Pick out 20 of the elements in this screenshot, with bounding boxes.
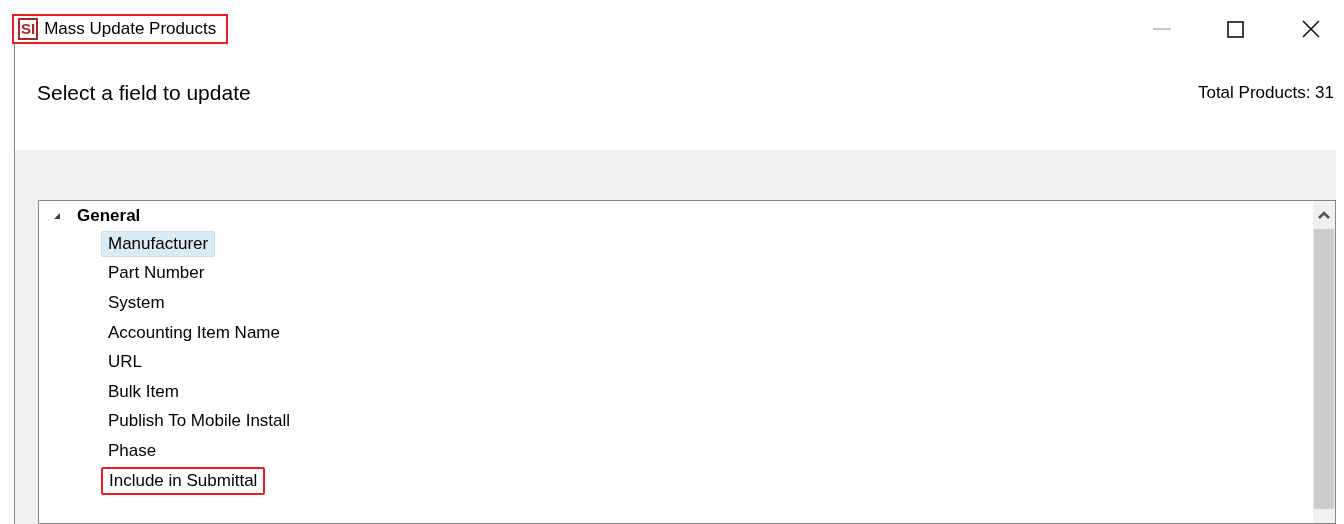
tree-item[interactable]: Manufacturer <box>101 230 216 257</box>
tree-item[interactable]: Publish To Mobile Install <box>101 408 298 435</box>
scroll-up-icon[interactable] <box>1318 211 1330 219</box>
app-logo: SI <box>18 18 39 40</box>
tree-item[interactable]: System <box>101 290 172 316</box>
maximize-icon[interactable] <box>1227 20 1244 38</box>
tree-group[interactable]: General <box>77 203 141 229</box>
tree-item[interactable]: Part Number <box>101 260 212 287</box>
tree-item[interactable]: URL <box>101 349 149 376</box>
close-icon[interactable] <box>1302 20 1320 38</box>
tree-item[interactable]: Bulk Item <box>101 378 186 405</box>
prompt-text: Select a field to update <box>37 80 251 107</box>
expander-icon[interactable] <box>53 212 61 220</box>
total-products: Total Products: 31 <box>1197 82 1334 105</box>
scrollbar[interactable] <box>1313 201 1335 523</box>
window-title: Mass Update Products <box>44 18 217 41</box>
tree-item[interactable]: Accounting Item Name <box>101 319 287 346</box>
tree-item[interactable]: Include in Submittal <box>101 466 266 495</box>
tree-item[interactable]: Phase <box>101 437 164 464</box>
scroll-thumb[interactable] <box>1314 229 1334 509</box>
